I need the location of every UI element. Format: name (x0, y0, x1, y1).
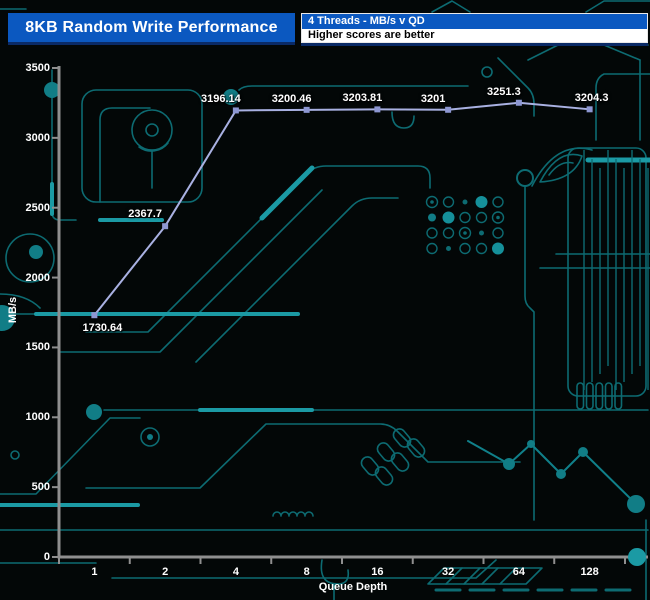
y-tick-label: 1000 (25, 411, 50, 424)
data-point-marker (303, 106, 310, 113)
y-axis-title: MB/s (7, 296, 19, 324)
x-tick-label: 8 (303, 566, 310, 578)
data-point-marker (91, 312, 98, 319)
y-tick-label: 2500 (25, 201, 50, 214)
y-tick-label: 0 (43, 551, 50, 563)
x-axis-title: Queue Depth (318, 581, 388, 593)
x-tick-label: 32 (442, 566, 455, 578)
data-point-label: 1730.64 (82, 322, 123, 335)
chart-window: 8KB Random Write Performance 4 Threads -… (0, 0, 650, 600)
y-tick-label: 1500 (25, 341, 50, 354)
data-point-marker (374, 106, 381, 113)
x-tick-label: 16 (371, 566, 384, 578)
data-point-label: 3203.81 (342, 92, 383, 105)
chart-subtitle: 4 Threads - MB/s v QD (302, 14, 647, 29)
data-point-label: 3201 (420, 92, 446, 105)
x-tick-label: 4 (232, 566, 239, 578)
y-tick-label: 3000 (25, 131, 50, 144)
data-point-label: 3251.3 (487, 85, 521, 98)
x-tick-label: 1 (91, 566, 98, 578)
y-tick-label: 3500 (25, 62, 50, 74)
data-point-label: 3204.3 (574, 92, 609, 105)
data-point-label: 2367.7 (128, 208, 162, 221)
chart-subtitle-box: 4 Threads - MB/s v QD Higher scores are … (301, 13, 648, 43)
data-point-marker (445, 106, 452, 113)
data-point-label: 3196.14 (200, 93, 241, 106)
data-point-marker (515, 99, 522, 106)
data-point-marker (162, 223, 169, 230)
chart-note: Higher scores are better (302, 29, 647, 42)
data-point-marker (586, 106, 593, 113)
performance-line-chart (52, 66, 648, 564)
data-point-label: 3200.46 (271, 92, 312, 105)
data-point-marker (232, 107, 239, 114)
y-tick-label: 2000 (25, 271, 50, 284)
chart-title-bar: 8KB Random Write Performance (8, 13, 295, 42)
x-tick-label: 2 (162, 566, 169, 578)
x-tick-label: 128 (580, 566, 599, 578)
x-tick-label: 64 (512, 566, 525, 578)
y-tick-label: 500 (31, 481, 50, 494)
